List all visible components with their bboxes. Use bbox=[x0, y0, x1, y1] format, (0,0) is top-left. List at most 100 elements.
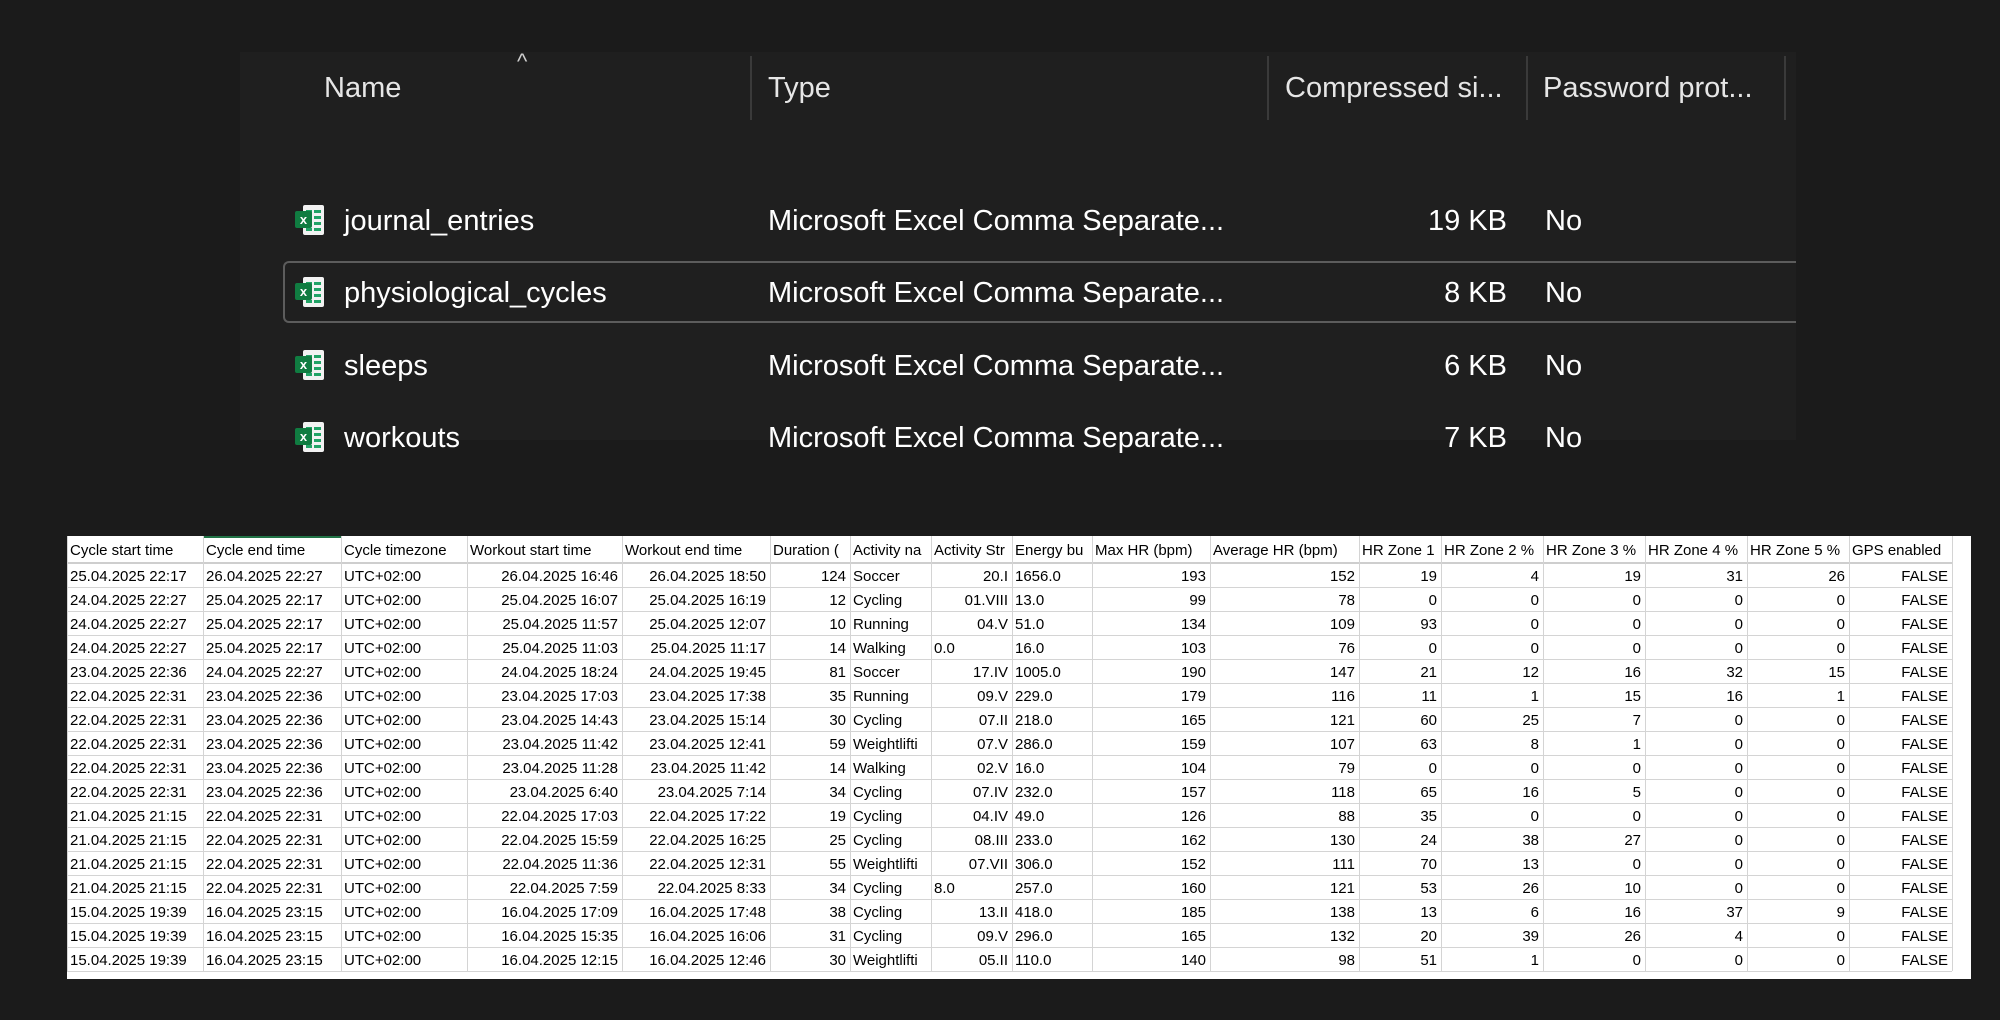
table-cell[interactable]: 07.V bbox=[977, 736, 1008, 753]
table-cell[interactable]: 4 bbox=[1531, 568, 1539, 585]
table-cell[interactable]: Cycling bbox=[853, 880, 902, 897]
column-header-cell[interactable]: Energy bu bbox=[1015, 542, 1083, 559]
table-cell[interactable]: 25.04.2025 12:07 bbox=[649, 616, 766, 633]
table-cell[interactable]: 418.0 bbox=[1015, 904, 1053, 921]
table-cell[interactable]: 160 bbox=[1181, 880, 1206, 897]
table-cell[interactable]: 0 bbox=[1531, 616, 1539, 633]
table-cell[interactable]: 0 bbox=[1633, 760, 1641, 777]
table-cell[interactable]: 16.04.2025 23:15 bbox=[206, 904, 323, 921]
table-cell[interactable]: 21.04.2025 21:15 bbox=[70, 832, 187, 849]
table-cell[interactable]: 0 bbox=[1633, 616, 1641, 633]
table-cell[interactable]: 0 bbox=[1633, 952, 1641, 969]
table-cell[interactable]: UTC+02:00 bbox=[344, 784, 421, 801]
table-cell[interactable]: 23.04.2025 7:14 bbox=[658, 784, 766, 801]
table-cell[interactable]: FALSE bbox=[1901, 616, 1948, 633]
table-cell[interactable]: 35 bbox=[1420, 808, 1437, 825]
table-cell[interactable]: 185 bbox=[1181, 904, 1206, 921]
table-cell[interactable]: Cycling bbox=[853, 808, 902, 825]
table-cell[interactable]: 22.04.2025 22:31 bbox=[206, 880, 323, 897]
file-name[interactable]: journal_entries bbox=[344, 188, 534, 254]
table-cell[interactable]: 07.II bbox=[979, 712, 1008, 729]
table-cell[interactable]: 20.I bbox=[983, 568, 1008, 585]
table-cell[interactable]: 25.04.2025 11:57 bbox=[502, 616, 618, 633]
table-cell[interactable]: 15 bbox=[1624, 688, 1641, 705]
table-cell[interactable]: 0 bbox=[1837, 784, 1845, 801]
table-cell[interactable]: FALSE bbox=[1901, 856, 1948, 873]
table-cell[interactable]: FALSE bbox=[1901, 928, 1948, 945]
table-cell[interactable]: 1 bbox=[1531, 952, 1539, 969]
table-cell[interactable]: 1656.0 bbox=[1015, 568, 1061, 585]
table-cell[interactable]: 257.0 bbox=[1015, 880, 1053, 897]
table-cell[interactable]: 0 bbox=[1633, 640, 1641, 657]
table-cell[interactable]: 0 bbox=[1837, 616, 1845, 633]
table-cell[interactable]: 23.04.2025 17:03 bbox=[501, 688, 618, 705]
table-cell[interactable]: 165 bbox=[1181, 712, 1206, 729]
file-name[interactable]: workouts bbox=[344, 405, 460, 471]
table-cell[interactable]: 124 bbox=[821, 568, 846, 585]
table-cell[interactable]: FALSE bbox=[1901, 688, 1948, 705]
table-cell[interactable]: UTC+02:00 bbox=[344, 592, 421, 609]
file-name[interactable]: sleeps bbox=[344, 333, 428, 399]
table-cell[interactable]: 76 bbox=[1338, 640, 1355, 657]
table-cell[interactable]: 23.04.2025 22:36 bbox=[206, 736, 323, 753]
table-cell[interactable]: 55 bbox=[829, 856, 846, 873]
table-cell[interactable]: 21 bbox=[1420, 664, 1437, 681]
table-cell[interactable]: 23.04.2025 11:28 bbox=[502, 760, 618, 777]
table-cell[interactable]: 16 bbox=[1522, 784, 1539, 801]
table-cell[interactable]: 51.0 bbox=[1015, 616, 1044, 633]
table-cell[interactable]: 1005.0 bbox=[1015, 664, 1061, 681]
table-cell[interactable]: 0 bbox=[1531, 592, 1539, 609]
table-cell[interactable]: UTC+02:00 bbox=[344, 712, 421, 729]
table-cell[interactable]: 23.04.2025 14:43 bbox=[501, 712, 618, 729]
column-header-type[interactable]: Type bbox=[768, 52, 831, 124]
table-cell[interactable]: 88 bbox=[1338, 808, 1355, 825]
table-cell[interactable]: 103 bbox=[1181, 640, 1206, 657]
table-cell[interactable]: 190 bbox=[1181, 664, 1206, 681]
table-cell[interactable]: 22.04.2025 12:31 bbox=[649, 856, 766, 873]
table-cell[interactable]: 6 bbox=[1531, 904, 1539, 921]
table-cell[interactable]: 99 bbox=[1189, 592, 1206, 609]
table-cell[interactable]: 4 bbox=[1735, 928, 1743, 945]
table-cell[interactable]: 25.04.2025 22:17 bbox=[206, 592, 323, 609]
column-header-cell[interactable]: Cycle timezone bbox=[344, 542, 447, 559]
table-cell[interactable]: 15.04.2025 19:39 bbox=[70, 952, 187, 969]
table-cell[interactable]: UTC+02:00 bbox=[344, 856, 421, 873]
table-cell[interactable]: 0 bbox=[1429, 640, 1437, 657]
table-cell[interactable]: 0 bbox=[1531, 760, 1539, 777]
table-cell[interactable]: 22.04.2025 16:25 bbox=[649, 832, 766, 849]
table-cell[interactable]: FALSE bbox=[1901, 832, 1948, 849]
table-cell[interactable]: 0 bbox=[1735, 856, 1743, 873]
table-cell[interactable]: 26.04.2025 16:46 bbox=[501, 568, 618, 585]
table-cell[interactable]: 24.04.2025 22:27 bbox=[70, 592, 187, 609]
table-cell[interactable]: 0 bbox=[1837, 832, 1845, 849]
column-header-cell[interactable]: Workout start time bbox=[470, 542, 591, 559]
table-cell[interactable]: 25.04.2025 22:17 bbox=[206, 640, 323, 657]
table-cell[interactable]: 34 bbox=[829, 880, 846, 897]
table-cell[interactable]: 07.IV bbox=[973, 784, 1008, 801]
column-header-cell[interactable]: HR Zone 5 % bbox=[1750, 542, 1840, 559]
column-divider[interactable] bbox=[1526, 56, 1528, 120]
table-cell[interactable]: 19 bbox=[1420, 568, 1437, 585]
table-cell[interactable]: Soccer bbox=[853, 568, 900, 585]
table-cell[interactable]: 25.04.2025 22:17 bbox=[70, 568, 187, 585]
table-cell[interactable]: 118 bbox=[1331, 784, 1355, 801]
table-cell[interactable]: Weightlifti bbox=[853, 856, 918, 873]
table-cell[interactable]: Cycling bbox=[853, 904, 902, 921]
table-cell[interactable]: 134 bbox=[1181, 616, 1206, 633]
table-cell[interactable]: 34 bbox=[829, 784, 846, 801]
table-cell[interactable]: 147 bbox=[1330, 664, 1355, 681]
table-cell[interactable]: 157 bbox=[1181, 784, 1206, 801]
table-cell[interactable]: 16.04.2025 12:46 bbox=[649, 952, 766, 969]
table-cell[interactable]: 23.04.2025 22:36 bbox=[206, 760, 323, 777]
table-cell[interactable]: 93 bbox=[1420, 616, 1437, 633]
column-header-cell[interactable]: Workout end time bbox=[625, 542, 742, 559]
table-cell[interactable]: 01.VIII bbox=[965, 592, 1008, 609]
column-header-cell[interactable]: Activity Str bbox=[934, 542, 1005, 559]
column-header-cell[interactable]: Cycle start time bbox=[70, 542, 173, 559]
table-cell[interactable]: 24.04.2025 22:27 bbox=[70, 640, 187, 657]
table-cell[interactable]: 24.04.2025 22:27 bbox=[206, 664, 323, 681]
table-cell[interactable]: 8 bbox=[1531, 736, 1539, 753]
table-cell[interactable]: 30 bbox=[829, 712, 846, 729]
table-cell[interactable]: 22.04.2025 22:31 bbox=[70, 784, 187, 801]
table-cell[interactable]: 152 bbox=[1330, 568, 1355, 585]
